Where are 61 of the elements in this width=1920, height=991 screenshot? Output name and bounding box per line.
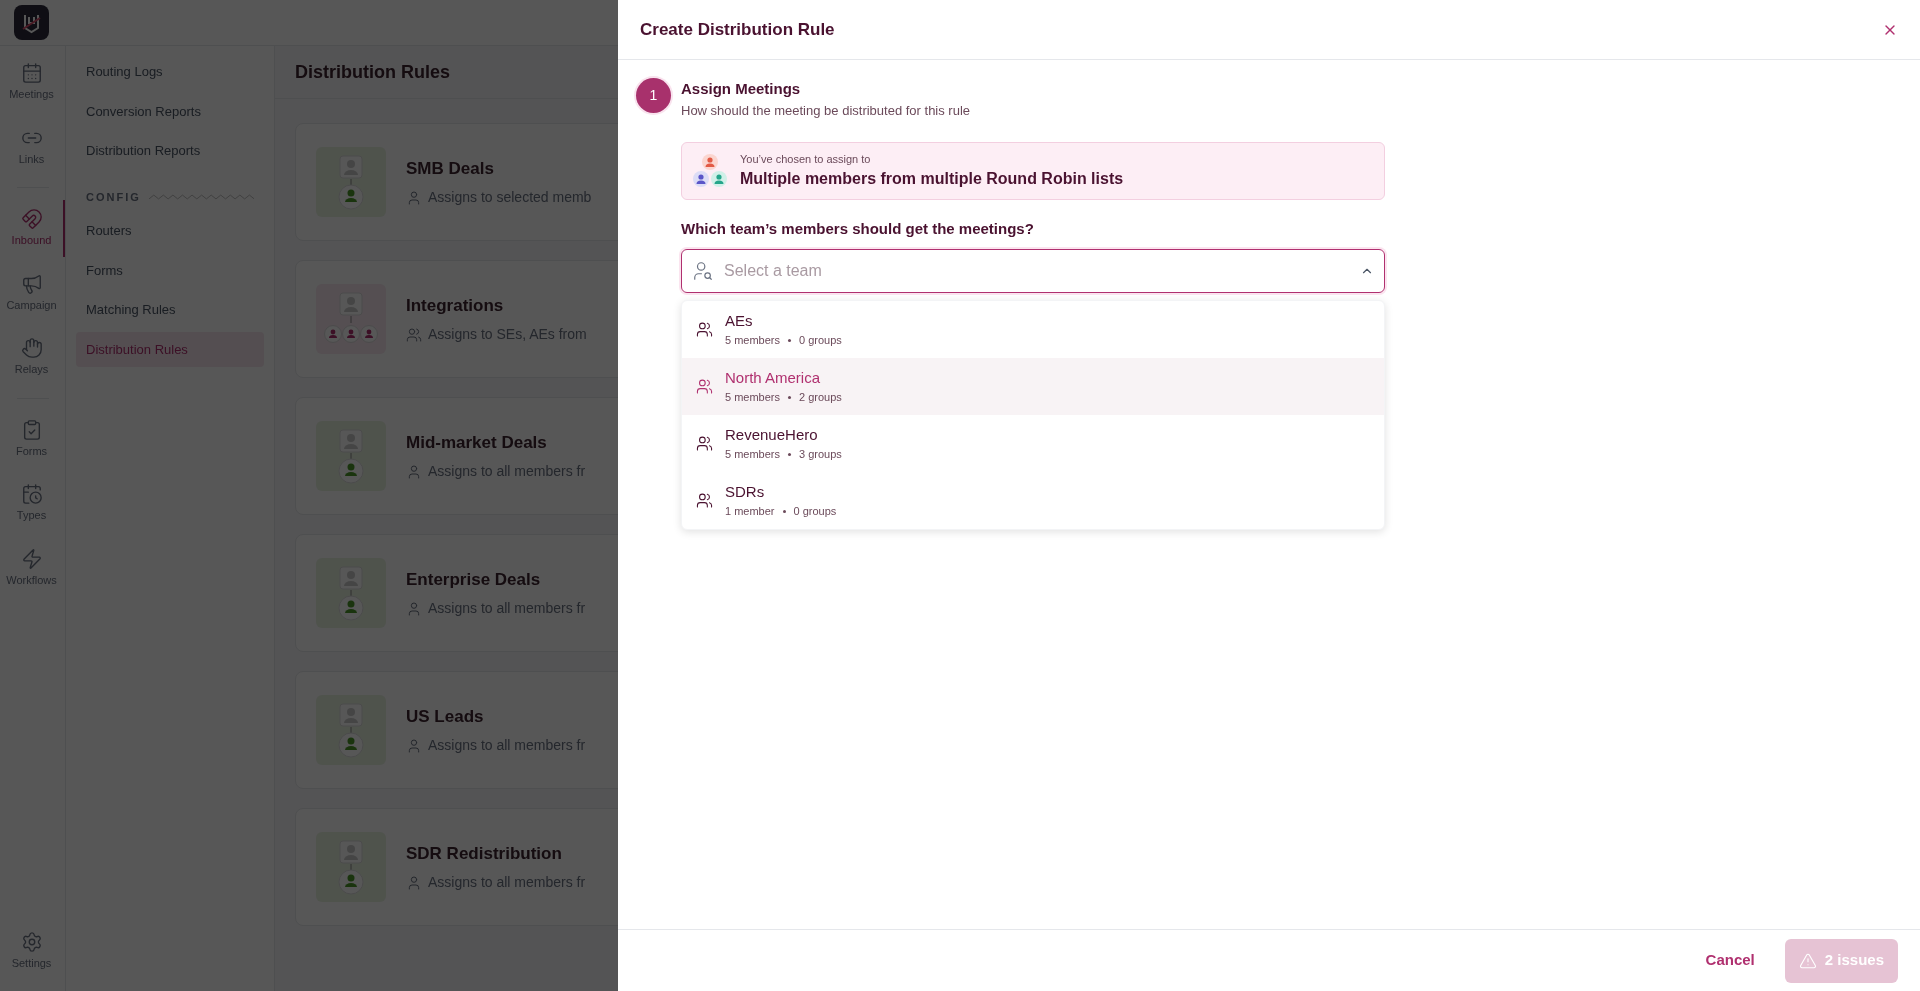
users-icon (406, 326, 422, 343)
warning-icon (1798, 951, 1817, 970)
subnav-item[interactable]: Forms (76, 252, 264, 288)
group-count: 3 groups (799, 447, 842, 462)
lightning-icon (20, 547, 43, 570)
assign-person-icon (316, 558, 386, 628)
user-icon (406, 874, 422, 891)
team-split-icon (316, 284, 386, 354)
user-icon (406, 463, 422, 480)
step-subtitle: How should the meeting be distributed for this rule (681, 101, 972, 120)
group-people-icon (692, 153, 728, 189)
member-count: 5 members (725, 447, 781, 462)
calendar-icon (20, 62, 43, 84)
assign-person-icon (316, 421, 386, 491)
user-icon (406, 737, 422, 754)
rule-name: Enterprise Deals (406, 568, 542, 591)
assign-person-icon (316, 695, 386, 765)
group-count: 2 groups (799, 390, 842, 405)
member-count: 5 members (725, 333, 781, 348)
user-icon (406, 189, 422, 206)
choice-caption: You’ve chosen to assign to (740, 151, 872, 167)
calendar-clock-icon (20, 483, 43, 505)
question-label: Which team’s members should get the meetings? (681, 219, 1035, 239)
subnav-item[interactable]: Distribution Reports (76, 133, 264, 169)
team-icon (696, 491, 713, 509)
step-number: 1 (636, 78, 671, 113)
page-title: Distribution Rules (295, 60, 450, 84)
magnet-icon (20, 208, 43, 230)
subnav-item[interactable]: Routing Logs (76, 54, 264, 90)
user-icon (406, 600, 422, 617)
group-count: 0 groups (793, 504, 837, 519)
rule-name: US Leads (406, 705, 485, 728)
dialog-title: Create Distribution Rule (640, 18, 835, 41)
team-icon (696, 320, 713, 338)
settings-icon (20, 930, 43, 953)
group-count: 0 groups (799, 333, 842, 348)
choice-value: Multiple members from multiple Round Robin lists (740, 169, 1124, 190)
member-count: 5 members (725, 390, 781, 405)
subnav-item[interactable]: Routers (76, 213, 264, 249)
team-option[interactable]: RevenueHero 5 members 3 groups (682, 414, 1384, 472)
subnav-item[interactable]: Matching Rules (76, 292, 264, 328)
assign-person-icon (316, 832, 386, 902)
team-option[interactable]: SDRs 1 member 0 groups (682, 471, 1384, 529)
megaphone-icon (20, 272, 43, 295)
rule-name: Mid-market Deals (406, 431, 548, 454)
team-icon (696, 434, 713, 452)
rule-name: Integrations (406, 294, 505, 317)
team-icon (696, 377, 713, 395)
assign-person-icon (316, 147, 386, 217)
rule-name: SDR Redistribution (406, 842, 563, 865)
subnav-item[interactable]: Distribution Rules (76, 331, 264, 367)
hand-icon (20, 337, 43, 359)
user-search-icon (692, 259, 714, 282)
subnav-item[interactable]: Conversion Reports (76, 93, 264, 129)
team-select[interactable]: Select a team (681, 248, 1385, 293)
step-title: Assign Meetings (681, 79, 802, 99)
rule-name: SMB Deals (406, 157, 495, 180)
team-option[interactable]: North America 5 members 2 groups (682, 357, 1384, 415)
member-count: 1 member (725, 504, 775, 519)
logo-icon[interactable] (14, 5, 49, 40)
team-option[interactable]: AEs 5 members 0 groups (682, 300, 1384, 358)
